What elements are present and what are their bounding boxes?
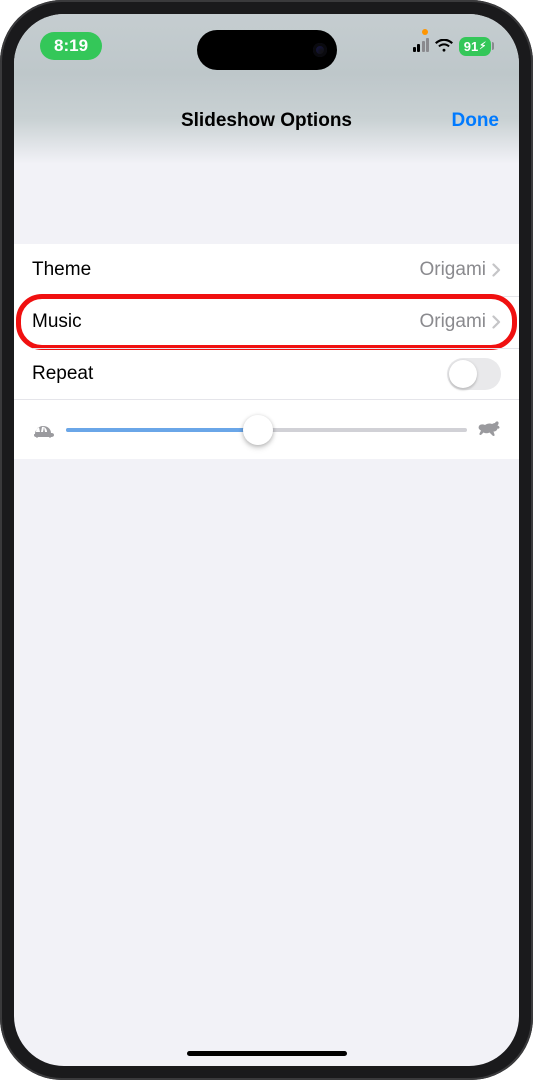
- front-camera: [313, 43, 327, 57]
- music-row[interactable]: Music Origami: [14, 296, 519, 348]
- theme-value: Origami: [419, 259, 486, 281]
- theme-trailing: Origami: [419, 259, 501, 281]
- music-value: Origami: [419, 311, 486, 333]
- phone-frame: 8:19 91⚡︎ Slideshow Options Done: [0, 0, 533, 1080]
- turtle-icon: [32, 420, 56, 440]
- repeat-row: Repeat: [14, 348, 519, 400]
- slider-fill: [66, 428, 258, 432]
- nav-bar: Slideshow Options Done: [14, 74, 519, 164]
- wifi-icon: [435, 39, 453, 53]
- repeat-toggle[interactable]: [447, 358, 501, 390]
- chevron-right-icon: [492, 263, 501, 277]
- charging-icon: ⚡︎: [479, 41, 486, 52]
- theme-label: Theme: [32, 259, 91, 281]
- screen: 8:19 91⚡︎ Slideshow Options Done: [14, 14, 519, 1066]
- page-title: Slideshow Options: [181, 110, 352, 132]
- theme-row[interactable]: Theme Origami: [14, 244, 519, 296]
- dynamic-island: [197, 30, 337, 70]
- mic-indicator-dot: [422, 29, 428, 35]
- chevron-right-icon: [492, 315, 501, 329]
- settings-list: Theme Origami Music Origami Repeat: [14, 244, 519, 459]
- home-indicator[interactable]: [187, 1051, 347, 1056]
- speed-slider-row: [14, 399, 519, 459]
- cellular-icon: [413, 40, 430, 52]
- status-right: 91⚡︎: [413, 37, 492, 56]
- repeat-trailing: [447, 358, 501, 390]
- content: Theme Origami Music Origami Repeat: [14, 244, 519, 459]
- slider-thumb[interactable]: [243, 415, 273, 445]
- done-button[interactable]: Done: [452, 110, 500, 132]
- speed-slider[interactable]: [66, 428, 467, 432]
- music-label: Music: [32, 311, 82, 333]
- battery-icon: 91⚡︎: [459, 37, 491, 56]
- status-time-pill[interactable]: 8:19: [40, 32, 102, 60]
- toggle-knob: [449, 360, 477, 388]
- repeat-label: Repeat: [32, 363, 93, 385]
- battery-percent: 91: [464, 39, 478, 54]
- music-trailing: Origami: [419, 311, 501, 333]
- rabbit-icon: [477, 420, 501, 440]
